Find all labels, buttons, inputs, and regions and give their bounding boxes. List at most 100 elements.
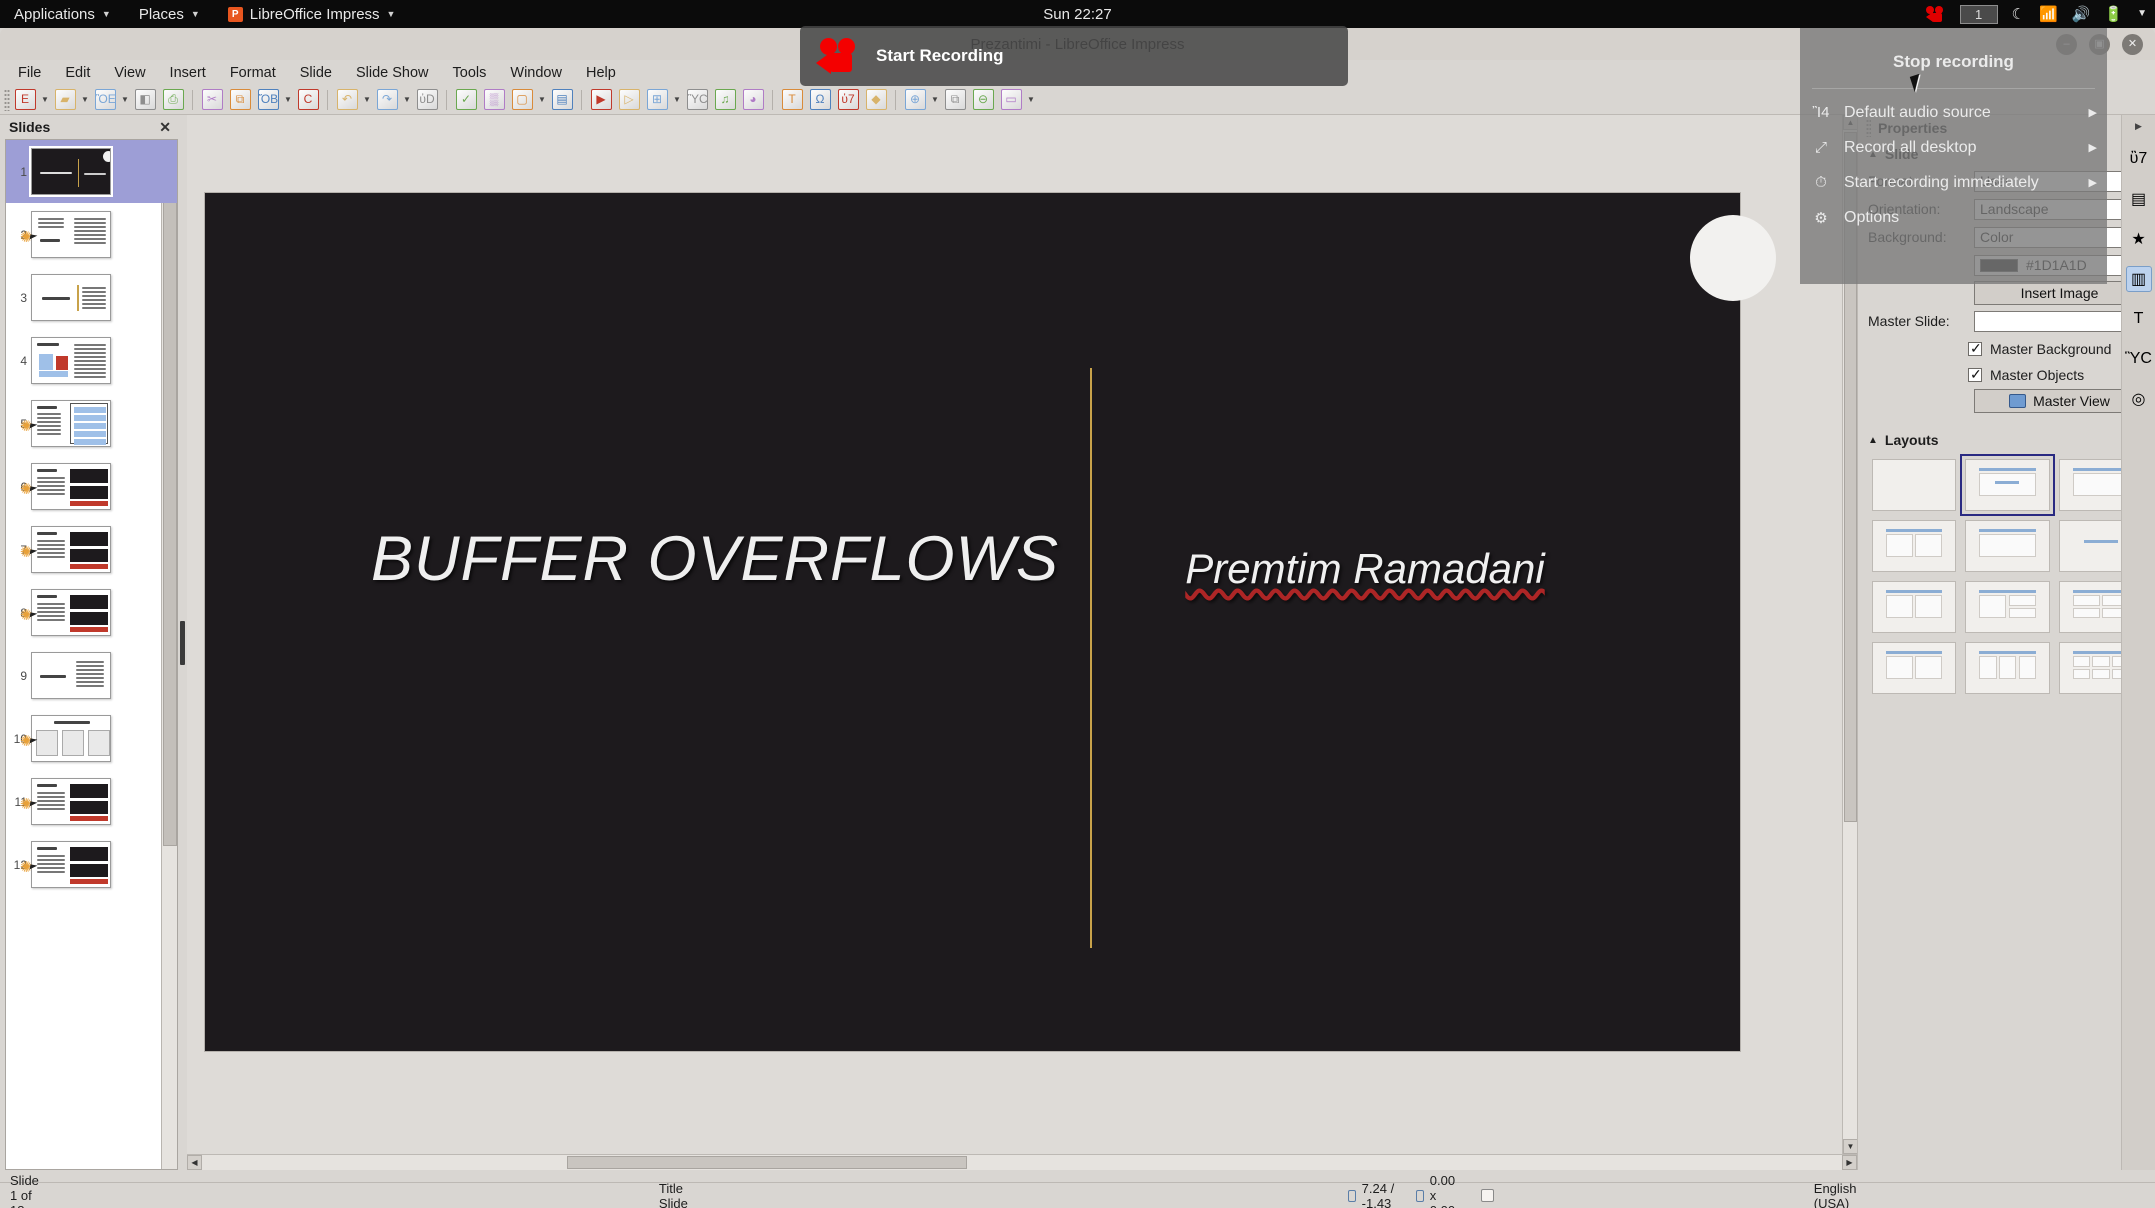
slide-thumbnail-7[interactable]: 7 ✺ (6, 518, 177, 581)
copy-button[interactable]: ⧉ (227, 87, 253, 113)
slide-preview[interactable] (31, 400, 111, 447)
edit-canvas[interactable]: BUFFER OVERFLOWS Premtim Ramadani ▲ ▼ (187, 115, 1857, 1154)
master-background-checkbox[interactable]: Master Background (1968, 338, 2111, 361)
applications-menu[interactable]: Applications ▼ (0, 0, 125, 28)
scroll-left-icon[interactable]: ◀ (187, 1155, 202, 1170)
chevron-down-icon[interactable]: ▼ (40, 95, 50, 104)
close-button[interactable]: ✕ (2122, 34, 2143, 55)
current-slide[interactable]: BUFFER OVERFLOWS Premtim Ramadani (205, 193, 1740, 1051)
menu-view[interactable]: View (102, 62, 157, 84)
slide-properties-button[interactable]: ▭ (998, 87, 1024, 113)
slide-thumbnail-8[interactable]: 8 ✺ (6, 581, 177, 644)
layouts-section-title[interactable]: ▲ Layouts (1868, 427, 2145, 453)
recording-menu-item-record-all-desktop[interactable]: ⤢ Record all desktop ▶ (1800, 130, 2107, 165)
slide-preview[interactable] (31, 715, 111, 762)
slide-preview[interactable] (31, 589, 111, 636)
cut-button[interactable]: ✂ (199, 87, 225, 113)
slide-preview[interactable] (31, 841, 111, 888)
workspace-indicator[interactable]: 1 (1960, 5, 1998, 24)
start-recording-notification[interactable]: Start Recording (800, 26, 1348, 86)
menu-file[interactable]: File (6, 62, 53, 84)
slides-list[interactable]: ▲ 12✺345✺6✺7✺8✺910✺11✺12✺ (5, 139, 178, 1170)
recording-menu-item-default-audio-source[interactable]: Ἲ4 Default audio source ▶ (1800, 95, 2107, 130)
stop-recording-item[interactable]: Stop recording (1800, 38, 2107, 82)
sidebar-expand-icon[interactable]: ▶ (2135, 121, 2142, 132)
slide-thumbnail-2[interactable]: 2 ✺ (6, 203, 177, 266)
menu-edit[interactable]: Edit (53, 62, 102, 84)
print-button[interactable]: ⎙ (160, 87, 186, 113)
slide-preview[interactable] (31, 337, 111, 384)
wifi-icon[interactable]: 📶 (2039, 7, 2058, 22)
hscroll-thumb[interactable] (567, 1156, 967, 1169)
places-menu[interactable]: Places ▼ (125, 0, 214, 28)
insert-special-character-button[interactable]: Ω (807, 87, 833, 113)
title-content-two-layout[interactable] (1965, 581, 2049, 633)
settings-wrench-icon[interactable]: ὒ7 (2126, 146, 2152, 172)
slide-thumbnail-3[interactable]: 3 (6, 266, 177, 329)
system-menu-caret-icon[interactable]: ▼ (2137, 9, 2147, 19)
start-from-first-slide-button[interactable]: ▶ (588, 87, 614, 113)
menu-slide[interactable]: Slide (288, 62, 344, 84)
slide-thumbnail-5[interactable]: 5 ✺ (6, 392, 177, 455)
delete-slide-button[interactable]: ⊖ (970, 87, 996, 113)
panel-splitter[interactable] (178, 115, 187, 1170)
menu-help[interactable]: Help (574, 62, 628, 84)
title-content-layout[interactable] (1965, 459, 2049, 511)
new-slide-button[interactable]: ⊕ (902, 87, 928, 113)
title-content-over-layout[interactable] (1965, 520, 2049, 572)
recording-menu-item-options[interactable]: ⚙ Options (1800, 200, 2107, 235)
title-two-content-layout[interactable] (1872, 520, 1956, 572)
scroll-right-icon[interactable]: ▶ (1842, 1155, 1857, 1170)
insert-audio-video-button[interactable]: ♫ (712, 87, 738, 113)
slide-thumbnail-1[interactable]: 1 (6, 140, 177, 203)
slide-preview[interactable] (31, 274, 111, 321)
recording-indicator-icon[interactable] (1926, 6, 1946, 22)
export-pdf-button[interactable]: ◧ (132, 87, 158, 113)
properties-icon[interactable]: ▤ (2126, 186, 2152, 212)
slide-preview[interactable] (31, 526, 111, 573)
slide-preview[interactable] (31, 211, 111, 258)
slide-thumbnail-10[interactable]: 10 ✺ (6, 707, 177, 770)
gallery-icon[interactable]: ὛC (2126, 346, 2152, 372)
menu-insert[interactable]: Insert (158, 62, 218, 84)
title-two-content-stack-layout[interactable] (1872, 642, 1956, 694)
paste-button[interactable]: ὌB (255, 87, 281, 113)
duplicate-slide-button[interactable]: ⧉ (942, 87, 968, 113)
open-document-button[interactable]: ▰ (52, 87, 78, 113)
menu-tools[interactable]: Tools (441, 62, 499, 84)
slide-thumbnail-4[interactable]: 4 (6, 329, 177, 392)
editor-horizontal-scrollbar[interactable]: ◀ ▶ (187, 1154, 1857, 1170)
start-from-current-slide-button[interactable]: ▷ (616, 87, 642, 113)
chevron-down-icon[interactable]: ▼ (120, 95, 130, 104)
language-status[interactable]: English (USA) (1804, 1186, 1867, 1206)
active-app-menu[interactable]: P LibreOffice Impress ▼ (214, 0, 410, 28)
insert-chart-button[interactable]: ◕ (740, 87, 766, 113)
show-draw-functions-button[interactable]: ◆ (863, 87, 889, 113)
master-objects-checkbox[interactable]: Master Objects (1968, 364, 2084, 387)
find-replace-button[interactable]: ὐD (414, 87, 440, 113)
undo-button[interactable]: ↶ (334, 87, 360, 113)
slide-thumbnail-11[interactable]: 11 ✺ (6, 770, 177, 833)
slide-thumbnail-6[interactable]: 6 ✺ (6, 455, 177, 518)
insert-image-button[interactable]: Insert Image (1974, 281, 2145, 305)
save-document-button[interactable]: ὋE (92, 87, 118, 113)
slide-transition-icon[interactable]: ▥ (2126, 266, 2152, 292)
menu-slide-show[interactable]: Slide Show (344, 62, 441, 84)
styles-text-icon[interactable]: T (2126, 306, 2152, 332)
title-two-content-alt-layout[interactable] (1872, 581, 1956, 633)
insert-image-button[interactable]: ὛC (684, 87, 710, 113)
title-three-content-layout[interactable] (1965, 642, 2049, 694)
slide-preview[interactable] (31, 778, 111, 825)
blank-layout[interactable] (1872, 459, 1956, 511)
chevron-down-icon[interactable]: ▼ (537, 95, 547, 104)
spelling-button[interactable]: ✓ (453, 87, 479, 113)
clone-formatting-button[interactable]: ὘C (295, 87, 321, 113)
chevron-down-icon[interactable]: ▼ (362, 95, 372, 104)
scroll-down-icon[interactable]: ▼ (1843, 1139, 1857, 1154)
chevron-down-icon[interactable]: ▼ (930, 95, 940, 104)
chevron-down-icon[interactable]: ▼ (283, 95, 293, 104)
menu-window[interactable]: Window (498, 62, 574, 84)
volume-icon[interactable]: 🔊 (2072, 7, 2091, 22)
redo-button[interactable]: ↷ (374, 87, 400, 113)
slide-title-text[interactable]: BUFFER OVERFLOWS (335, 523, 1095, 595)
